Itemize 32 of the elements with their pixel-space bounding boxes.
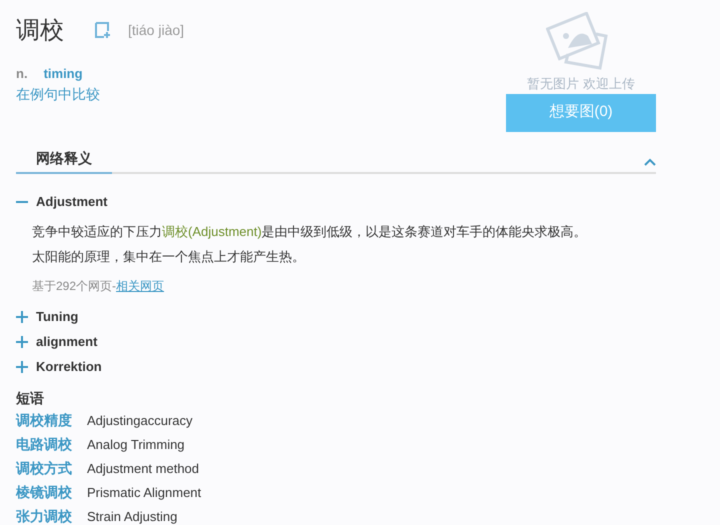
expand-icon[interactable] — [16, 361, 28, 373]
source-note: 基于292个网页- — [32, 278, 116, 294]
no-image-caption: 暂无图片 欢迎上传 — [527, 75, 635, 93]
meaning-term[interactable]: Korrektion — [36, 357, 102, 377]
meaning-term[interactable]: alignment — [36, 332, 98, 352]
meaning-term[interactable]: Adjustment — [36, 192, 108, 212]
phrase-link[interactable]: 调校精度 — [16, 410, 87, 431]
phrase-translation: Strain Adjusting — [87, 508, 178, 525]
pinyin: [tiáo jiào] — [128, 20, 184, 40]
phrase-link[interactable]: 电路调校 — [16, 434, 87, 455]
phrase-translation: Analog Trimming — [87, 436, 185, 454]
phrase-translation: Adjustment method — [87, 460, 200, 478]
meaning-term[interactable]: Tuning — [36, 307, 78, 327]
example-sentence: 竞争中较适应的下压力调校(Adjustment)是由中级到低级，以是这条赛道对车手的体能央求极高。 — [32, 222, 588, 241]
phrase-translation: Adjustingaccuracy — [87, 412, 192, 430]
section-tab[interactable]: 网络释义 — [16, 148, 112, 174]
add-note-icon[interactable] — [92, 20, 112, 40]
compare-link[interactable]: 在例句中比较 — [16, 84, 100, 104]
phrase-translation: Prismatic Alignment — [87, 484, 202, 502]
phrases-heading: 短语 — [16, 388, 45, 408]
expand-icon[interactable] — [16, 336, 28, 348]
want-image-button[interactable]: 想要图(0) — [506, 94, 656, 132]
phrase-link[interactable]: 张力调校 — [16, 506, 87, 525]
translation: timing — [44, 65, 83, 83]
collapse-icon[interactable] — [644, 158, 656, 166]
example-sentence: 太阳能的原理，集中在一个焦点上才能产生热。 — [32, 248, 306, 266]
part-of-speech: n. — [16, 65, 28, 83]
phrase-link[interactable]: 调校方式 — [16, 458, 87, 479]
related-pages-link[interactable]: 相关网页 — [116, 276, 164, 294]
phrase-link[interactable]: 棱镜调校 — [16, 482, 87, 503]
expand-icon[interactable] — [16, 311, 28, 323]
headword: 调校 — [16, 15, 64, 46]
